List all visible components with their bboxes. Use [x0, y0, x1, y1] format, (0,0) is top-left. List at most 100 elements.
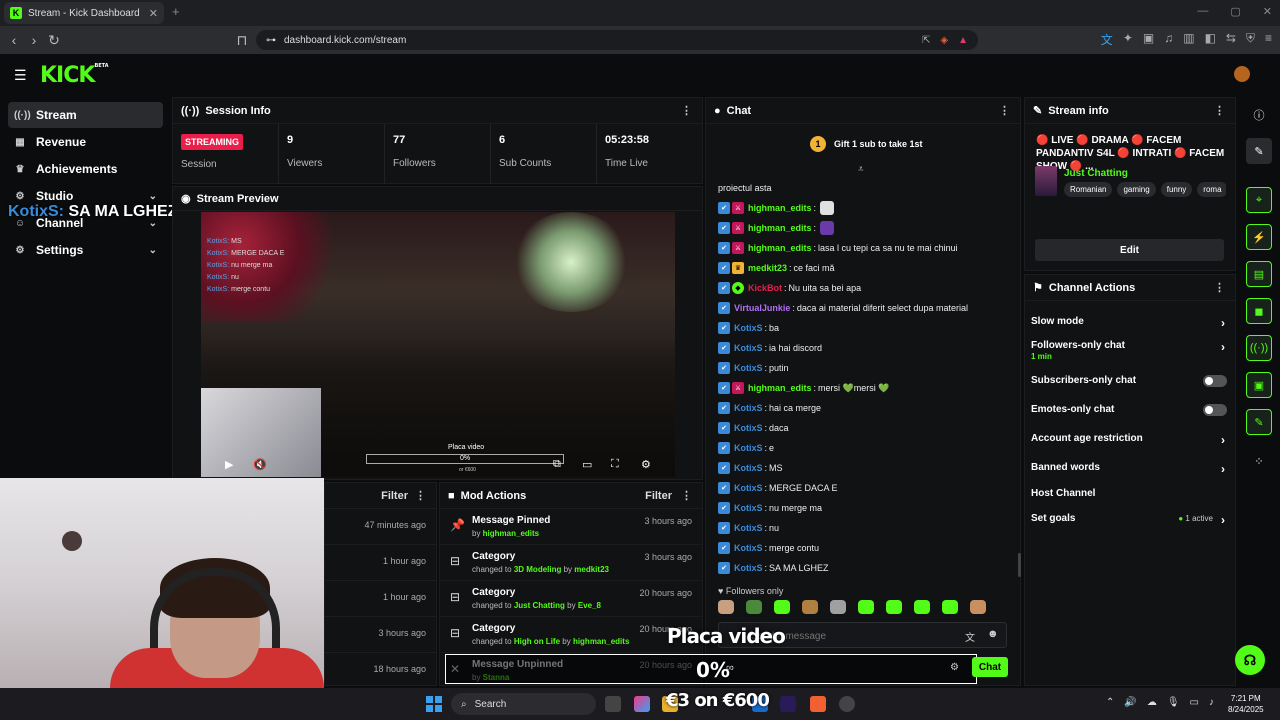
music-icon[interactable]: ♫: [1164, 31, 1173, 48]
emote[interactable]: [830, 600, 846, 614]
stream-tag[interactable]: gaming: [1117, 182, 1156, 197]
emote[interactable]: [970, 600, 986, 614]
channel-action-item[interactable]: Followers-only chat 1 min ›: [1031, 340, 1227, 361]
emote[interactable]: [942, 600, 958, 614]
gift-sub-banner[interactable]: 1 Gift 1 sub to take 1st: [810, 136, 923, 152]
kick-logo[interactable]: KICKBETA: [40, 63, 109, 88]
channel-action-item[interactable]: Host Channel: [1031, 488, 1227, 499]
toggle-switch[interactable]: [1203, 375, 1227, 387]
filter-button[interactable]: Filter: [645, 490, 672, 502]
chat-username[interactable]: highman_edits: [748, 223, 812, 233]
emote[interactable]: [774, 600, 790, 614]
browser-tab[interactable]: K Stream - Kick Dashboard ✕: [4, 2, 164, 24]
mod-action-user[interactable]: Eve_8: [578, 601, 601, 610]
chat-username[interactable]: KotixS: [734, 363, 763, 373]
lightning-icon[interactable]: ⚡: [1246, 224, 1272, 250]
volume-icon[interactable]: 🔊: [1124, 697, 1136, 708]
more-options-icon[interactable]: ⋮: [681, 489, 692, 502]
chat-username[interactable]: KotixS: [734, 423, 763, 433]
channel-action-item[interactable]: Slow mode ›: [1031, 316, 1227, 330]
emote[interactable]: [802, 600, 818, 614]
mod-action-user[interactable]: medkit23: [574, 565, 609, 574]
pencil-icon[interactable]: ✎: [1246, 138, 1272, 164]
taskbar-search[interactable]: ⌕ Search: [451, 693, 596, 715]
share-icon[interactable]: ⇱: [922, 35, 930, 46]
emote[interactable]: [858, 600, 874, 614]
forward-icon[interactable]: ›: [24, 32, 44, 48]
emote[interactable]: [886, 600, 902, 614]
edit-stream-info-button[interactable]: Edit: [1035, 239, 1224, 261]
brave-shield-icon[interactable]: ◈: [940, 35, 948, 46]
more-options-icon[interactable]: ⋮: [1214, 104, 1225, 117]
broadcast-icon[interactable]: ((·)): [1246, 335, 1272, 361]
extensions-icon[interactable]: ✦: [1123, 31, 1133, 48]
sidebar-item-achievements[interactable]: ♛ Achievements: [8, 156, 163, 182]
stream-category[interactable]: Just Chatting: [1064, 168, 1128, 179]
apps-icon[interactable]: ⁘: [1246, 448, 1272, 474]
mod-action-target[interactable]: High on Life: [514, 637, 560, 646]
microphone-icon[interactable]: 🎙: [1167, 697, 1180, 708]
notes-icon[interactable]: ▤: [1246, 261, 1272, 287]
minimize-icon[interactable]: —: [1197, 5, 1208, 18]
chat-username[interactable]: KotixS: [734, 503, 763, 513]
sidebar-item-revenue[interactable]: ▦ Revenue: [8, 129, 163, 155]
shield-icon[interactable]: ⛨: [1246, 31, 1255, 48]
info-icon[interactable]: ⓘ: [1246, 102, 1272, 128]
chat-username[interactable]: KotixS: [734, 443, 763, 453]
more-options-icon[interactable]: ⋮: [999, 104, 1010, 117]
wrench-icon[interactable]: ✎: [1246, 409, 1272, 435]
mod-action-target[interactable]: 3D Modeling: [514, 565, 562, 574]
chat-username[interactable]: highman_edits: [748, 203, 812, 213]
after-effects-icon[interactable]: [780, 696, 796, 712]
close-tab-icon[interactable]: ✕: [149, 7, 158, 20]
channel-action-item[interactable]: Account age restriction ›: [1031, 433, 1227, 447]
sidebar-item-stream[interactable]: ((·)) Stream: [8, 102, 163, 128]
back-icon[interactable]: ‹: [4, 32, 24, 48]
close-window-icon[interactable]: ✕: [1263, 5, 1272, 18]
stream-tag[interactable]: roma: [1197, 182, 1226, 197]
new-tab-icon[interactable]: +: [172, 4, 180, 19]
copilot-icon[interactable]: [634, 696, 650, 712]
chat-username[interactable]: KotixS: [734, 403, 763, 413]
translate-icon[interactable]: 文: [1101, 31, 1113, 48]
sidebar-icon[interactable]: ▥: [1183, 31, 1194, 48]
site-info-icon[interactable]: ⊶: [266, 35, 276, 46]
more-options-icon[interactable]: ⋮: [415, 489, 426, 502]
vpn-icon[interactable]: ⇆: [1226, 31, 1236, 48]
reload-icon[interactable]: ↻: [44, 32, 64, 49]
screenshot-icon[interactable]: ▣: [1143, 31, 1154, 48]
layout-icon[interactable]: ▣: [1246, 372, 1272, 398]
theater-icon[interactable]: ▭: [582, 458, 592, 471]
chat-username[interactable]: VirtualJunkie: [734, 303, 790, 313]
stream-tag[interactable]: Romanian: [1064, 182, 1113, 197]
translate-icon[interactable]: 文: [965, 629, 975, 644]
stream-tag[interactable]: funny: [1160, 182, 1193, 197]
chat-username[interactable]: medkit23: [748, 263, 787, 273]
user-avatar[interactable]: [1234, 66, 1250, 82]
channel-action-item[interactable]: Emotes-only chat: [1031, 404, 1227, 416]
chat-scrollbar[interactable]: [1018, 553, 1021, 577]
channel-action-item[interactable]: Banned words ›: [1031, 462, 1227, 476]
pinned-collapse-icon[interactable]: ⩡: [858, 164, 864, 175]
chat-username[interactable]: KotixS: [734, 343, 763, 353]
windows-start-icon[interactable]: [426, 696, 442, 712]
emote[interactable]: [718, 600, 734, 614]
more-options-icon[interactable]: ⋮: [681, 104, 692, 117]
pip-icon[interactable]: ⧉: [553, 458, 561, 471]
play-icon[interactable]: ▶: [225, 458, 233, 471]
mod-action-target[interactable]: highman_edits: [483, 529, 539, 538]
support-headset-button[interactable]: ☊: [1235, 645, 1265, 675]
mute-icon[interactable]: 🔇: [253, 458, 267, 471]
mod-action-user[interactable]: highman_edits: [573, 637, 629, 646]
toggle-switch[interactable]: [1203, 404, 1227, 416]
emote[interactable]: [914, 600, 930, 614]
clip-icon[interactable]: ⌖: [1246, 187, 1272, 213]
maximize-icon[interactable]: ▢: [1230, 5, 1240, 18]
chat-send-button[interactable]: Chat: [972, 657, 1008, 677]
brave-icon[interactable]: [810, 696, 826, 712]
tray-overflow-icon[interactable]: ⌃: [1106, 697, 1114, 708]
emoji-icon[interactable]: ☻: [987, 628, 999, 640]
chat-username[interactable]: KotixS: [734, 543, 763, 553]
stream-preview-video[interactable]: KotixS: MS KotixS: MERGE DACA E KotixS: nu…: [201, 212, 675, 477]
brave-rewards-icon[interactable]: ▲: [958, 35, 968, 46]
